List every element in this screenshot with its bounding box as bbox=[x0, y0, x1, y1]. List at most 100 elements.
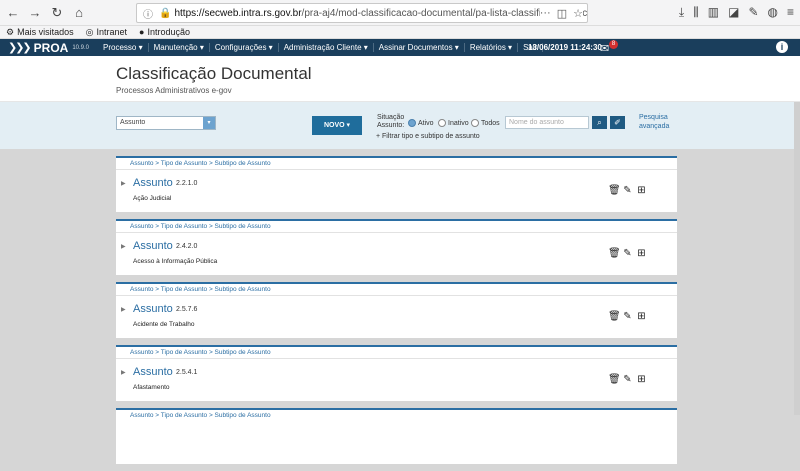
card-code: 2.5.7.6 bbox=[176, 306, 198, 313]
back-icon[interactable]: ← bbox=[4, 4, 22, 22]
pocket-icon[interactable]: ◫ bbox=[557, 7, 567, 20]
divider bbox=[116, 169, 677, 170]
card-breadcrumb[interactable]: Assunto > Tipo de Assunto > Subtipo de A… bbox=[130, 412, 271, 419]
card-code: 2.2.1.0 bbox=[176, 180, 198, 187]
bookmark-introducao[interactable]: ● Introdução bbox=[139, 27, 190, 37]
proa-logo[interactable]: ❯❯❯ PROA 10.9.0 bbox=[8, 41, 98, 55]
card-breadcrumb[interactable]: Assunto > Tipo de Assunto > Subtipo de A… bbox=[130, 349, 271, 356]
card-type[interactable]: Assunto bbox=[133, 240, 173, 252]
main-menu: Processo ▾ Manutenção ▾ Configurações ▾ … bbox=[98, 43, 544, 52]
list-item: Assunto > Tipo de Assunto > Subtipo de A… bbox=[116, 156, 677, 212]
bookmark-intranet[interactable]: ◎ Intranet bbox=[86, 27, 127, 38]
sidebar-icon[interactable]: ▥ bbox=[708, 5, 719, 20]
add-icon[interactable]: ⊞ bbox=[636, 374, 647, 385]
pen-icon[interactable]: ✎ bbox=[748, 5, 758, 20]
page-title: Classificação Documental bbox=[116, 64, 312, 83]
search-input[interactable]: Nome do assunto bbox=[505, 116, 589, 129]
bookmarks-bar: ⚙ Mais visitados ◎ Intranet ● Introdução bbox=[0, 26, 800, 39]
radio-inativo[interactable]: Inativo bbox=[438, 119, 469, 127]
edit-icon[interactable]: ✎ bbox=[622, 374, 633, 385]
firefox-icon: ● bbox=[139, 27, 145, 37]
card-type[interactable]: Assunto bbox=[133, 177, 173, 189]
radio-ativo[interactable]: Ativo bbox=[408, 119, 434, 127]
situacao-label: Situação Assunto: bbox=[377, 114, 405, 129]
type-select[interactable]: Assunto ▾ bbox=[116, 116, 216, 130]
menu-processo[interactable]: Processo ▾ bbox=[98, 43, 149, 52]
forward-icon[interactable]: → bbox=[26, 4, 44, 22]
trash-icon[interactable]: 🗑 bbox=[608, 374, 621, 385]
home-icon[interactable]: ⌂ bbox=[70, 4, 88, 22]
page-scrollbar[interactable] bbox=[794, 102, 800, 415]
more-icon[interactable]: ··· bbox=[540, 7, 551, 20]
trash-icon[interactable]: 🗑 bbox=[608, 248, 621, 259]
bookmark-mais-visitados[interactable]: ⚙ Mais visitados bbox=[6, 27, 74, 38]
account-icon[interactable]: ◍ bbox=[768, 5, 778, 20]
advanced-search-link[interactable]: Pesquisa avançada bbox=[639, 113, 669, 131]
reload-icon[interactable]: ↻ bbox=[48, 4, 66, 22]
menu-assinar-documentos[interactable]: Assinar Documentos ▾ bbox=[374, 43, 465, 52]
app-navbar: ❯❯❯ PROA 10.9.0 Processo ▾ Manutenção ▾ … bbox=[0, 39, 800, 56]
card-breadcrumb[interactable]: Assunto > Tipo de Assunto > Subtipo de A… bbox=[130, 223, 271, 230]
logo-icon: ❯❯❯ bbox=[8, 42, 32, 54]
card-code: 2.5.4.1 bbox=[176, 369, 198, 376]
menu-manutencao[interactable]: Manutenção ▾ bbox=[149, 43, 210, 52]
list-item: Assunto > Tipo de Assunto > Subtipo de A… bbox=[116, 408, 677, 464]
help-icon[interactable]: i bbox=[776, 41, 788, 53]
search-button[interactable]: ⌕ bbox=[592, 116, 607, 129]
info-icon[interactable]: ⓘ bbox=[143, 6, 153, 21]
divider bbox=[116, 232, 677, 233]
expand-caret-icon[interactable]: ▶ bbox=[121, 180, 126, 187]
edit-icon[interactable]: ✎ bbox=[622, 311, 633, 322]
menu-icon[interactable]: ≡ bbox=[787, 5, 794, 20]
browser-toolbar: ← → ↻ ⌂ ⓘ 🔒 https://secweb.intra.rs.gov.… bbox=[0, 0, 800, 26]
eraser-icon: ✐ bbox=[614, 118, 621, 127]
library-icon[interactable]: ⫼ bbox=[693, 5, 699, 20]
expand-caret-icon[interactable]: ▶ bbox=[121, 369, 126, 376]
list-item: Assunto > Tipo de Assunto > Subtipo de A… bbox=[116, 345, 677, 401]
chevron-down-icon: ▾ bbox=[203, 117, 215, 129]
search-icon: ⌕ bbox=[597, 118, 602, 127]
mail-icon[interactable]: ✉ bbox=[600, 42, 609, 55]
card-breadcrumb[interactable]: Assunto > Tipo de Assunto > Subtipo de A… bbox=[130, 286, 271, 293]
gear-icon: ⚙ bbox=[6, 26, 15, 37]
lock-icon[interactable]: 🔒 bbox=[159, 8, 171, 19]
filter-bar: Assunto ▾ NOVO ▾ Situação Assunto: Ativo… bbox=[0, 102, 800, 149]
page-header: Classificação Documental Processos Admin… bbox=[0, 56, 800, 102]
novo-button[interactable]: NOVO ▾ bbox=[312, 116, 362, 135]
add-icon[interactable]: ⊞ bbox=[636, 311, 647, 322]
add-icon[interactable]: ⊞ bbox=[636, 248, 647, 259]
list-item: Assunto > Tipo de Assunto > Subtipo de A… bbox=[116, 219, 677, 275]
clear-button[interactable]: ✐ bbox=[610, 116, 625, 129]
bookmark-star-icon[interactable]: ☆ bbox=[573, 7, 583, 20]
menu-configuracoes[interactable]: Configurações ▾ bbox=[210, 43, 279, 52]
radio-dot bbox=[471, 119, 479, 127]
expand-caret-icon[interactable]: ▶ bbox=[121, 243, 126, 250]
card-type[interactable]: Assunto bbox=[133, 303, 173, 315]
trash-icon[interactable]: 🗑 bbox=[608, 311, 621, 322]
edit-icon[interactable]: ✎ bbox=[622, 185, 633, 196]
menu-relatorios[interactable]: Relatórios ▾ bbox=[465, 43, 519, 52]
radio-todos[interactable]: Todos bbox=[471, 119, 500, 127]
datetime: 13/06/2019 11:24:30 bbox=[528, 43, 602, 52]
divider bbox=[116, 295, 677, 296]
download-icon[interactable]: ⤓ bbox=[679, 5, 684, 20]
card-description: Ação Judicial bbox=[133, 195, 172, 202]
card-description: Afastamento bbox=[133, 384, 170, 391]
divider bbox=[116, 358, 677, 359]
menu-administracao-cliente[interactable]: Administração Cliente ▾ bbox=[279, 43, 374, 52]
mail-count-badge: 8 bbox=[609, 40, 618, 49]
trash-icon[interactable]: 🗑 bbox=[608, 185, 621, 196]
card-description: Acesso à Informação Pública bbox=[133, 258, 218, 265]
add-icon[interactable]: ⊞ bbox=[636, 185, 647, 196]
results-list: Assunto > Tipo de Assunto > Subtipo de A… bbox=[116, 156, 677, 471]
expand-caret-icon[interactable]: ▶ bbox=[121, 306, 126, 313]
url-bar[interactable]: ⓘ 🔒 https://secweb.intra.rs.gov.br /pra-… bbox=[136, 3, 588, 23]
url-host: https://secweb.intra.rs.gov.br bbox=[174, 7, 302, 19]
card-breadcrumb[interactable]: Assunto > Tipo de Assunto > Subtipo de A… bbox=[130, 160, 271, 167]
extension-icon[interactable]: ◪ bbox=[728, 5, 739, 20]
card-description: Acidente de Trabalho bbox=[133, 321, 195, 328]
card-type[interactable]: Assunto bbox=[133, 366, 173, 378]
filter-subtype-link[interactable]: + Filtrar tipo e subtipo de assunto bbox=[376, 133, 480, 140]
page-subtitle: Processos Administrativos e-gov bbox=[116, 86, 232, 95]
edit-icon[interactable]: ✎ bbox=[622, 248, 633, 259]
